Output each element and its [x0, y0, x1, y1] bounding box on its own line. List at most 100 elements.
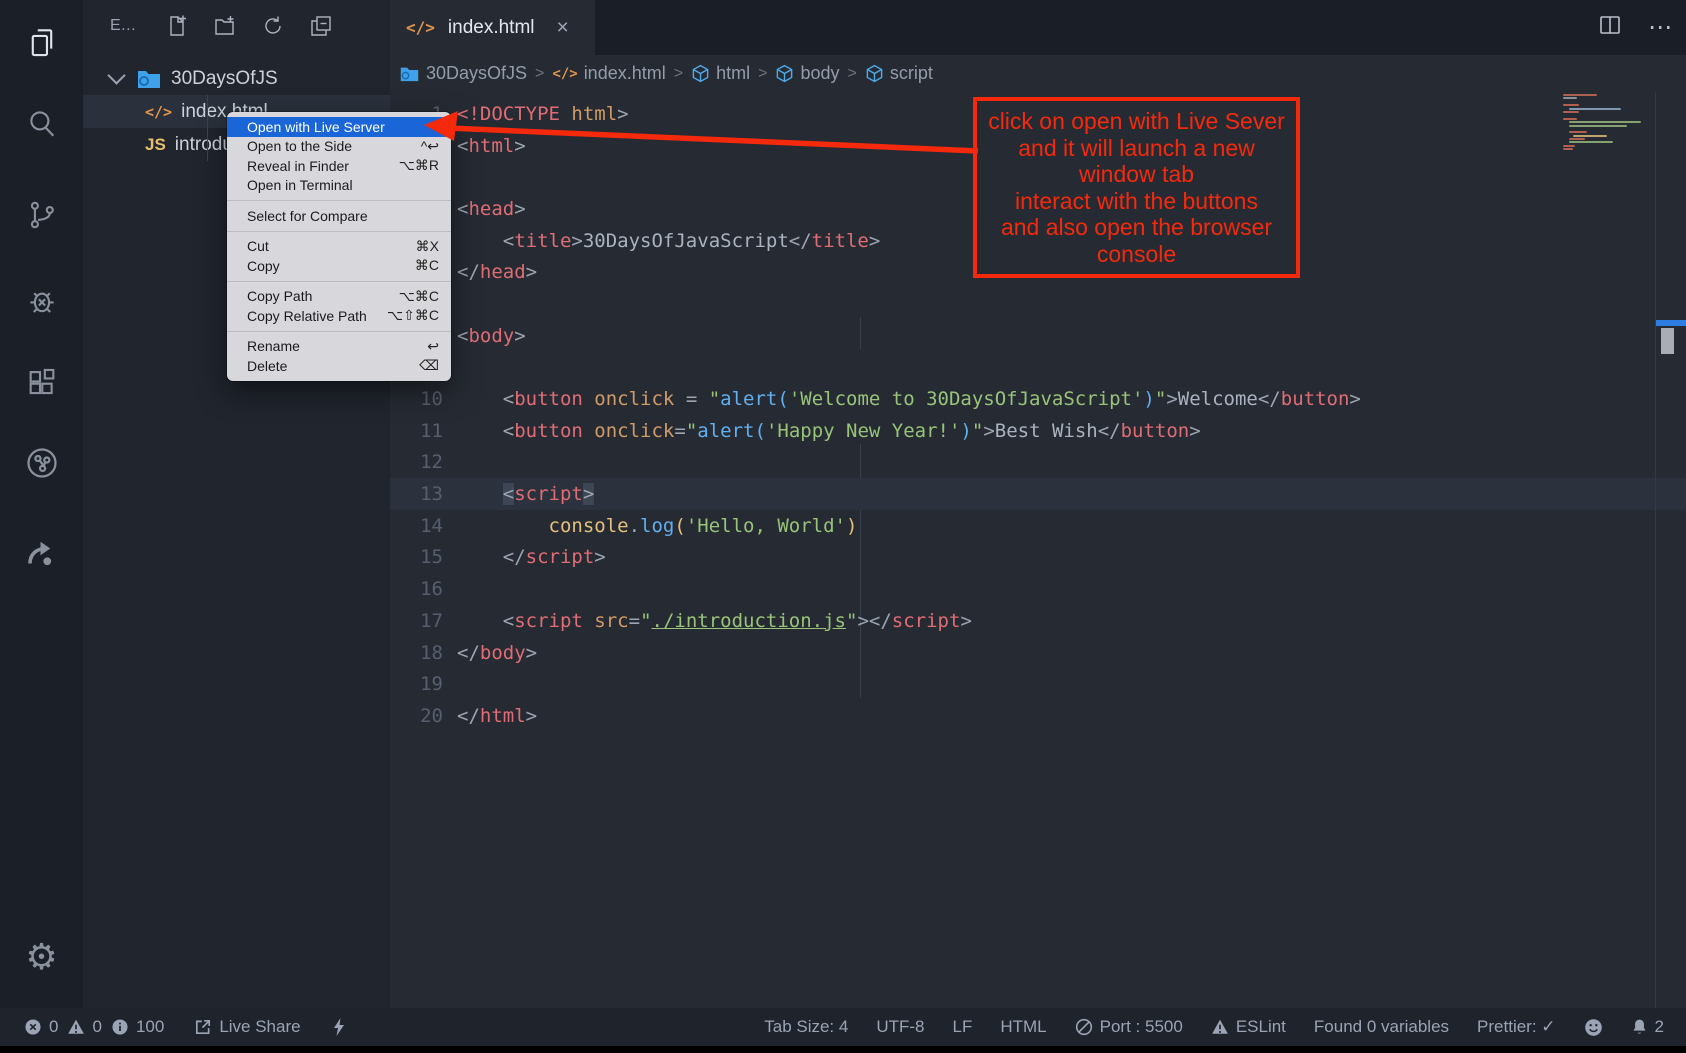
context-menu: Open with Live ServerOpen to the Side^↩R… — [227, 112, 451, 381]
breadcrumb-item-html[interactable]: html — [691, 63, 750, 84]
code-line-18[interactable]: 18</body> — [390, 637, 1686, 669]
tab-index-html[interactable]: </> index.html × — [390, 0, 595, 55]
close-tab-icon[interactable]: × — [557, 16, 569, 40]
eslint-warning-icon — [1211, 1018, 1229, 1036]
status-item-100[interactable]: 100 — [111, 1017, 164, 1037]
tree-indent-guide — [207, 95, 208, 161]
explorer-icon[interactable] — [0, 18, 83, 68]
warning-icon — [67, 1018, 85, 1036]
code-line-9[interactable]: 9 — [390, 352, 1686, 384]
annotation-box: click on open with Live Severand it will… — [973, 97, 1300, 278]
breadcrumb-item-body[interactable]: body — [775, 63, 839, 84]
menu-item-delete[interactable]: Delete⌫ — [227, 356, 451, 376]
breadcrumb: 30DaysOfJS></>index.html>html>body>scrip… — [390, 55, 1686, 92]
annotation-text-line: interact with the buttons — [977, 188, 1296, 215]
status-item-lf[interactable]: LF — [953, 1017, 973, 1037]
menu-item-copy-path[interactable]: Copy Path⌥⌘C — [227, 287, 451, 307]
live-share-icon[interactable] — [0, 438, 83, 488]
html-file-icon: </> — [552, 66, 577, 82]
breadcrumb-separator: > — [535, 65, 544, 83]
code-line-19[interactable]: 19 — [390, 668, 1686, 700]
annotation-text-line: and also open the browser — [977, 214, 1296, 241]
settings-gear-icon[interactable]: ⚙ — [0, 932, 83, 982]
breadcrumb-item-index.html[interactable]: </>index.html — [552, 63, 665, 84]
menu-item-cut[interactable]: Cut⌘X — [227, 237, 451, 257]
js-file-icon: JS — [145, 135, 166, 155]
live-share-icon — [194, 1018, 212, 1036]
source-control-icon[interactable] — [0, 190, 83, 240]
menu-separator — [227, 281, 451, 282]
breadcrumb-item-30DaysOfJS[interactable]: 30DaysOfJS — [400, 63, 527, 84]
html-file-icon: </> — [406, 18, 435, 37]
code-line-10[interactable]: 10 <button onclick = "alert('Welcome to … — [390, 383, 1686, 415]
code-line-13[interactable]: 13 <script> — [390, 478, 1686, 510]
error-icon — [24, 1018, 42, 1036]
code-line-16[interactable]: 16 — [390, 573, 1686, 605]
status-item-utf-8[interactable]: UTF-8 — [876, 1017, 924, 1037]
scrollbar-thumb[interactable] — [1661, 328, 1674, 354]
menu-item-open-with-live-server[interactable]: Open with Live Server — [227, 117, 451, 137]
status-item-2[interactable]: 2 — [1631, 1017, 1664, 1037]
folder-row-30DaysOfJS[interactable]: 30DaysOfJS — [83, 62, 390, 95]
new-file-icon[interactable] — [162, 11, 192, 41]
breadcrumb-separator: > — [674, 65, 683, 83]
new-folder-icon[interactable] — [210, 11, 240, 41]
code-line-8[interactable]: 8<body> — [390, 320, 1686, 352]
bolt-icon — [331, 1017, 347, 1037]
code-line-11[interactable]: 11 <button onclick="alert('Happy New Yea… — [390, 415, 1686, 447]
refresh-icon[interactable] — [258, 11, 288, 41]
menu-item-select-for-compare[interactable]: Select for Compare — [227, 206, 451, 226]
port-icon — [1075, 1018, 1093, 1036]
breadcrumb-item-script[interactable]: script — [865, 63, 933, 84]
annotation-text-line: window tab — [977, 161, 1296, 188]
menu-item-open-in-terminal[interactable]: Open in Terminal — [227, 176, 451, 196]
menu-item-reveal-in-finder[interactable]: Reveal in Finder⌥⌘R — [227, 156, 451, 176]
code-line-15[interactable]: 15 </script> — [390, 542, 1686, 574]
html-file-icon: </> — [145, 103, 172, 121]
status-item-found-0-variables[interactable]: Found 0 variables — [1314, 1017, 1449, 1037]
window-bottom-edge — [0, 1046, 1686, 1053]
menu-item-open-to-the-side[interactable]: Open to the Side^↩ — [227, 137, 451, 157]
status-item-html[interactable]: HTML — [1000, 1017, 1046, 1037]
code-line-20[interactable]: 20</html> — [390, 700, 1686, 732]
bell-icon — [1631, 1018, 1648, 1037]
collapse-all-icon[interactable] — [306, 11, 336, 41]
debug-icon[interactable] — [0, 276, 83, 326]
share-arrow-icon[interactable] — [0, 528, 83, 578]
breadcrumb-separator: > — [847, 65, 856, 83]
search-icon[interactable] — [0, 98, 83, 148]
split-editor-icon[interactable] — [1598, 13, 1622, 42]
status-item-tab-size-4[interactable]: Tab Size: 4 — [764, 1017, 848, 1037]
annotation-text-line: console — [977, 241, 1296, 268]
minimap[interactable] — [1563, 94, 1653, 148]
menu-item-rename[interactable]: Rename↩ — [227, 337, 451, 357]
tab-bar: </> index.html × ⋯ — [390, 0, 1686, 55]
folder-icon — [137, 69, 161, 89]
code-line-17[interactable]: 17 <script src="./introduction.js"></scr… — [390, 605, 1686, 637]
smiley-icon — [1584, 1018, 1603, 1037]
annotation-text-line: click on open with Live Sever — [977, 108, 1296, 135]
status-item-bolt-icon[interactable] — [331, 1017, 347, 1037]
status-bar: 00 100 Live Share Tab Size: 4 UTF-8 LF HTML Po… — [0, 1008, 1686, 1046]
explorer-title: E... — [110, 17, 136, 35]
chevron-down-icon — [107, 66, 125, 84]
tab-label: index.html — [448, 17, 535, 39]
menu-separator — [227, 200, 451, 201]
editor-scrollbar-divider — [1655, 92, 1656, 1008]
status-item-prettier-[interactable]: Prettier: ✓ — [1477, 1017, 1555, 1037]
more-actions-icon[interactable]: ⋯ — [1648, 13, 1672, 42]
code-line-12[interactable]: 12 — [390, 447, 1686, 479]
status-item-port-5500[interactable]: Port : 5500 — [1075, 1017, 1183, 1037]
status-item-live-share[interactable]: Live Share — [194, 1017, 300, 1037]
menu-item-copy[interactable]: Copy⌘C — [227, 256, 451, 276]
menu-separator — [227, 231, 451, 232]
extensions-icon[interactable] — [0, 358, 83, 408]
code-line-14[interactable]: 14 console.log('Hello, World') — [390, 510, 1686, 542]
status-item-0[interactable]: 0 — [24, 1017, 58, 1037]
status-item-eslint[interactable]: ESLint — [1211, 1017, 1286, 1037]
annotation-text-line: and it will launch a new — [977, 135, 1296, 162]
code-line-7[interactable]: 7 — [390, 288, 1686, 320]
status-item-smiley-icon[interactable] — [1584, 1018, 1603, 1037]
menu-item-copy-relative-path[interactable]: Copy Relative Path⌥⇧⌘C — [227, 306, 451, 326]
status-item-0[interactable]: 0 — [67, 1017, 101, 1037]
